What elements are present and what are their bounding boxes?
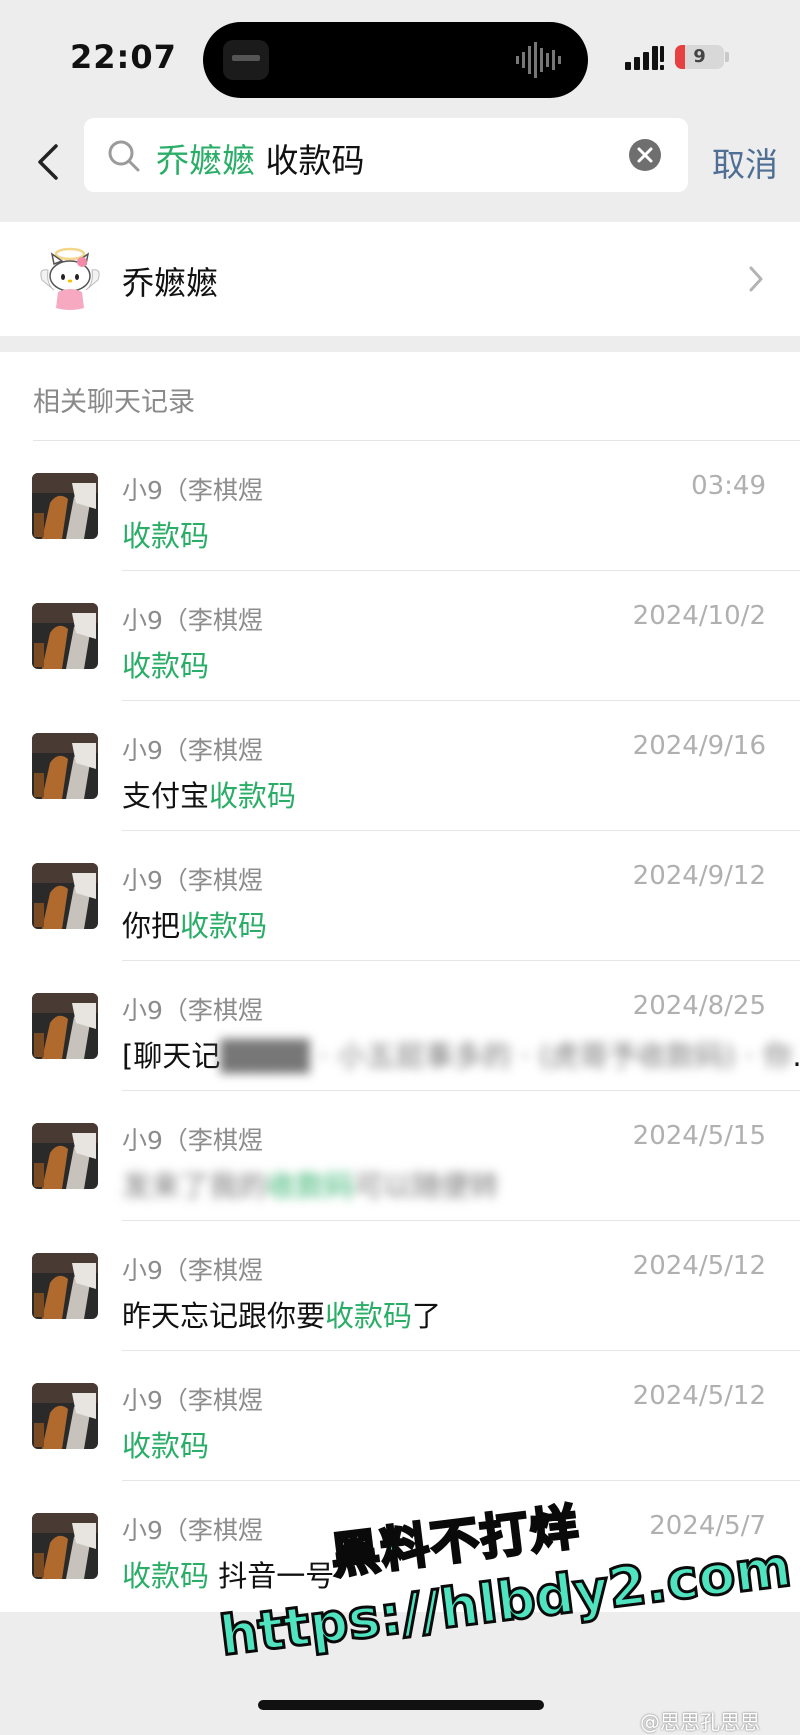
cellular-signal-icon — [625, 46, 664, 70]
sender-name: 小9（李棋煜 — [122, 1386, 263, 1415]
message-text-suffix: … — [792, 1039, 800, 1073]
message-preview: 你把收款码 — [122, 903, 267, 945]
message-preview: 发来了我的收款码可以随便转 — [122, 1163, 499, 1205]
sender-name: 小9（李棋煜 — [122, 606, 263, 635]
message-text-suffix: 抖音一号 — [209, 1559, 335, 1593]
message-text-prefix: 支付宝 — [122, 779, 210, 813]
cancel-button[interactable]: 取消 — [712, 138, 778, 186]
avatar — [32, 1123, 98, 1189]
avatar — [32, 863, 98, 929]
search-query[interactable]: 乔嬷嬷 收款码 — [156, 134, 365, 182]
message-date: 2024/5/15 — [632, 1121, 766, 1151]
battery-level: 9 — [693, 46, 706, 67]
sender-name: 小9（李棋煜 — [122, 736, 263, 765]
status-bar: 22:07 9 — [0, 0, 800, 110]
message-preview: 收款码 — [122, 1423, 209, 1465]
blurred-text: ████ · 小五屁事多的 · (虎哥予收款码) · 你 — [220, 1039, 793, 1073]
avatar — [32, 603, 98, 669]
message-preview: 支付宝收款码 — [122, 773, 296, 815]
status-time: 22:07 — [70, 38, 177, 76]
message-keyword: 收款码 — [180, 909, 268, 943]
message-keyword: 收款码 — [325, 1299, 413, 1333]
message-date: 2024/9/12 — [632, 861, 766, 891]
message-date: 2024/5/12 — [632, 1381, 766, 1411]
chat-record-row[interactable]: 小9（李棋煜 2024/5/12 收款码 — [0, 1351, 800, 1481]
blurred-text: 发来了我的收款码可以随便转 — [122, 1169, 500, 1203]
sender-name: 小9（李棋煜 — [122, 1256, 263, 1285]
message-keyword: 收款码 — [122, 649, 210, 683]
message-text-suffix: 了 — [412, 1299, 442, 1333]
hello-kitty-avatar — [40, 247, 100, 310]
message-text-prefix: 你把 — [122, 909, 181, 943]
contact-result-row[interactable]: 乔嬷嬷 — [0, 222, 800, 336]
avatar — [32, 1383, 98, 1449]
avatar — [32, 1253, 98, 1319]
chevron-right-icon — [749, 266, 763, 292]
sender-name: 小9（李棋煜 — [122, 1126, 263, 1155]
contact-name: 乔嬷嬷 — [122, 264, 219, 302]
search-header: 乔嬷嬷 收款码 取消 — [0, 110, 800, 220]
audio-wave-icon — [516, 42, 561, 78]
live-activity-icon — [223, 40, 269, 80]
weibo-watermark: @思思孔思思 — [640, 1710, 760, 1734]
message-preview: [聊天记████ · 小五屁事多的 · (虎哥予收款码) · 你… — [122, 1033, 800, 1075]
avatar — [32, 733, 98, 799]
battery-tip — [725, 52, 729, 62]
chat-record-row[interactable]: 小9（李棋煜 2024/9/12 你把收款码 — [0, 831, 800, 961]
message-date: 2024/9/16 — [632, 731, 766, 761]
sender-name: 小9（李棋煜 — [122, 866, 263, 895]
sender-name: 小9（李棋煜 — [122, 476, 263, 505]
message-preview: 收款码 抖音一号 — [122, 1553, 334, 1595]
chat-record-row[interactable]: 小9（李棋煜 03:49 收款码 — [0, 441, 800, 571]
section-title: 相关聊天记录 — [33, 387, 195, 418]
message-date: 2024/5/12 — [632, 1251, 766, 1281]
search-input[interactable]: 乔嬷嬷 收款码 — [84, 118, 688, 192]
chat-record-row[interactable]: 小9（李棋煜 2024/5/12 昨天忘记跟你要收款码了 — [0, 1221, 800, 1351]
chevron-left-icon[interactable] — [28, 140, 68, 184]
search-icon — [108, 140, 140, 172]
chat-record-row[interactable]: 小9（李棋煜 2024/9/16 支付宝收款码 — [0, 701, 800, 831]
message-keyword: 收款码 — [209, 779, 297, 813]
sender-name: 小9（李棋煜 — [122, 1516, 263, 1545]
dynamic-island — [203, 22, 588, 98]
chat-records-panel: 相关聊天记录 小9（李棋煜 03:49 收款码 小9（李棋煜 2024/10/2 收款码小… — [0, 352, 800, 1612]
avatar — [32, 473, 98, 539]
message-date: 03:49 — [691, 471, 766, 501]
message-date: 2024/10/2 — [632, 601, 766, 631]
message-preview: 收款码 — [122, 513, 209, 555]
search-keyword-term: 收款码 — [265, 141, 365, 180]
message-date: 2024/8/25 — [632, 991, 766, 1021]
avatar — [32, 993, 98, 1059]
message-text-prefix: 昨天忘记跟你要 — [122, 1299, 326, 1333]
message-preview: 昨天忘记跟你要收款码了 — [122, 1293, 441, 1335]
battery-icon: 9 — [675, 45, 724, 69]
chat-record-row[interactable]: 小9（李棋煜 2024/5/15 发来了我的收款码可以随便转 — [0, 1091, 800, 1221]
clear-icon[interactable] — [628, 138, 662, 172]
message-text-prefix: [聊天记 — [122, 1039, 221, 1073]
home-indicator[interactable] — [258, 1700, 544, 1710]
message-keyword: 收款码 — [122, 519, 210, 553]
search-keyword-contact: 乔嬷嬷 — [156, 141, 255, 180]
chat-record-row[interactable]: 小9（李棋煜 2024/10/2 收款码 — [0, 571, 800, 701]
message-date: 2024/5/7 — [649, 1511, 766, 1541]
avatar — [32, 1513, 98, 1579]
message-preview: 收款码 — [122, 643, 209, 685]
message-keyword: 收款码 — [122, 1429, 210, 1463]
chat-record-row[interactable]: 小9（李棋煜 2024/8/25 [聊天记████ · 小五屁事多的 · (虎哥予收… — [0, 961, 800, 1091]
message-keyword: 收款码 — [122, 1559, 210, 1593]
sender-name: 小9（李棋煜 — [122, 996, 263, 1025]
